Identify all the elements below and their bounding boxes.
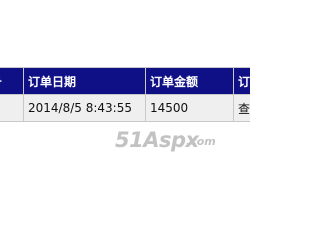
column-header-order-date[interactable]: 订单日期 — [23, 67, 146, 95]
watermark-domain: .com — [186, 135, 216, 148]
watermark-logo: 51Aspx .com — [115, 128, 225, 154]
cell-order-date: 2014/8/5 8:43:55 — [23, 94, 146, 122]
view-link[interactable]: 查 — [233, 94, 250, 122]
table-row[interactable]: 2014/8/5 8:43:55 14500 查 — [0, 94, 250, 122]
cell-order-id — [0, 94, 24, 122]
page: 号 订单日期 订单金额 订 2014/8/5 8:43:55 14500 查 5… — [0, 0, 250, 230]
column-header-operation[interactable]: 订 — [233, 67, 250, 95]
table-header-row: 号 订单日期 订单金额 订 — [0, 67, 250, 95]
column-header-order-id[interactable]: 号 — [0, 67, 24, 95]
column-header-order-amount[interactable]: 订单金额 — [145, 67, 234, 95]
cell-order-amount: 14500 — [145, 94, 234, 122]
orders-table: 号 订单日期 订单金额 订 2014/8/5 8:43:55 14500 查 — [0, 67, 250, 122]
